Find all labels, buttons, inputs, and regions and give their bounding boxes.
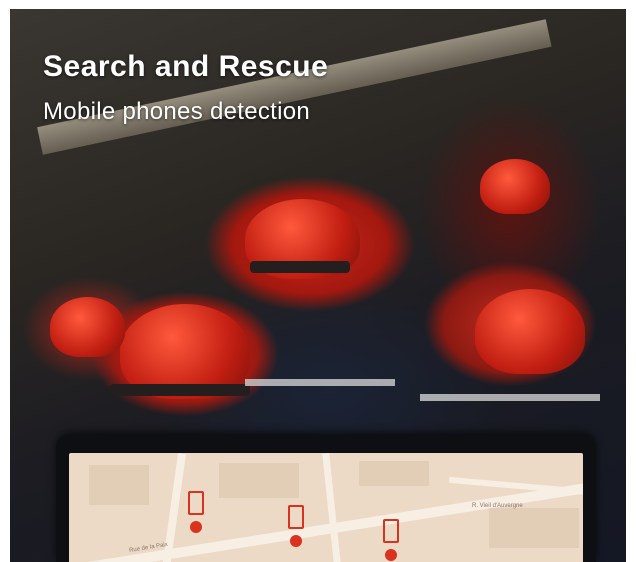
- map-block: [89, 465, 149, 505]
- helmet-visor: [250, 261, 350, 273]
- phone-icon: [383, 519, 399, 543]
- hero-subtitle: Mobile phones detection: [43, 98, 311, 125]
- phone-marker[interactable]: [288, 505, 304, 549]
- tablet-device: R. Vieil d'Auvergne Rue de la Paix: [56, 434, 596, 562]
- phone-marker[interactable]: [188, 491, 204, 535]
- map-view[interactable]: R. Vieil d'Auvergne Rue de la Paix: [69, 453, 583, 562]
- reflective-stripe: [245, 379, 395, 386]
- firefighter-helmet: [475, 289, 585, 374]
- firefighter-helmet: [480, 159, 550, 214]
- map-block: [359, 461, 429, 486]
- location-dot-icon: [190, 521, 202, 533]
- phone-marker[interactable]: [383, 519, 399, 562]
- reflective-stripe: [420, 394, 600, 401]
- hero-title: Search and Rescue: [43, 50, 329, 83]
- phone-icon: [188, 491, 204, 515]
- phone-icon: [288, 505, 304, 529]
- map-block: [219, 463, 299, 498]
- street-label: R. Vieil d'Auvergne: [472, 503, 523, 509]
- location-dot-icon: [290, 535, 302, 547]
- map-road: [322, 453, 343, 562]
- firefighter-helmet: [50, 297, 125, 357]
- map-road: [449, 476, 583, 496]
- helmet-visor: [110, 384, 250, 396]
- location-dot-icon: [385, 549, 397, 561]
- map-block: [489, 508, 579, 548]
- wooden-beam: [37, 19, 552, 155]
